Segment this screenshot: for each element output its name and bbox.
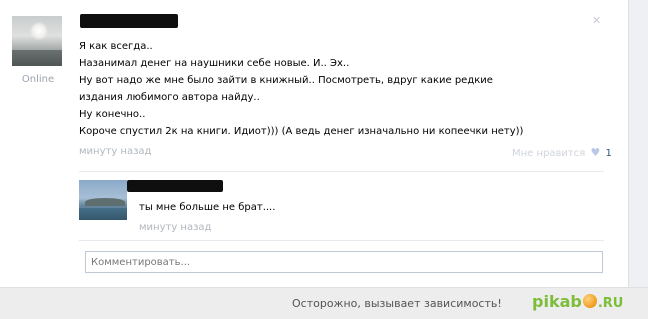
author-avatar[interactable]: [12, 16, 62, 66]
like-button[interactable]: Мне нравится ♥ 1: [512, 146, 612, 159]
logo-text-left: pikab: [532, 292, 582, 311]
logo-text-right: .RU: [597, 296, 624, 311]
reply-text: ты мне больше не брат....: [139, 202, 276, 213]
post-text: Я как всегда.. Назанимал денег на наушни…: [79, 38, 523, 140]
reply-avatar-sea-shape: [79, 208, 127, 220]
pikabu-logo[interactable]: pikab .RU: [532, 292, 623, 316]
avatar-sun-shape: [30, 22, 48, 40]
reply-avatar[interactable]: [79, 180, 127, 220]
redacted-reply-author: [127, 180, 223, 192]
reply-time[interactable]: минуту назад: [139, 222, 211, 233]
comment-input[interactable]: [85, 251, 603, 273]
post-line: Я как всегда..: [79, 41, 153, 52]
scrollbar-track[interactable]: [628, 0, 648, 287]
like-count: 1: [605, 148, 612, 159]
avatar-ground-shape: [12, 50, 62, 66]
post-line: Ну конечно..: [79, 109, 146, 120]
reply-comment: ты мне больше не брат.... минуту назад: [79, 171, 604, 235]
pikabu-footer: Осторожно, вызывает зависимость! pikab .R…: [0, 287, 648, 319]
post-line: издания любимого автора найду..: [79, 92, 260, 103]
post-line: Ну вот надо же мне было зайти в книжный.…: [79, 75, 493, 86]
reply-avatar-hill-shape: [85, 198, 125, 206]
pikabu-ball-icon: [582, 294, 597, 308]
close-icon[interactable]: ✕: [592, 14, 601, 27]
like-label: Мне нравится: [512, 148, 586, 159]
post-time[interactable]: минуту назад: [79, 146, 151, 157]
heart-icon: ♥: [590, 146, 601, 159]
redacted-author-name: [80, 14, 178, 28]
wall-post: Online ✕ Я как всегда.. Назанимал денег …: [0, 0, 648, 287]
online-status: Online: [21, 74, 55, 85]
comment-area: [79, 240, 604, 280]
post-line: Короче спустил 2к на книги. Идиот))) (А …: [79, 126, 524, 137]
footer-warning: Осторожно, вызывает зависимость!: [292, 297, 502, 310]
post-line: Назанимал денег на наушники себе новые. …: [79, 58, 350, 69]
